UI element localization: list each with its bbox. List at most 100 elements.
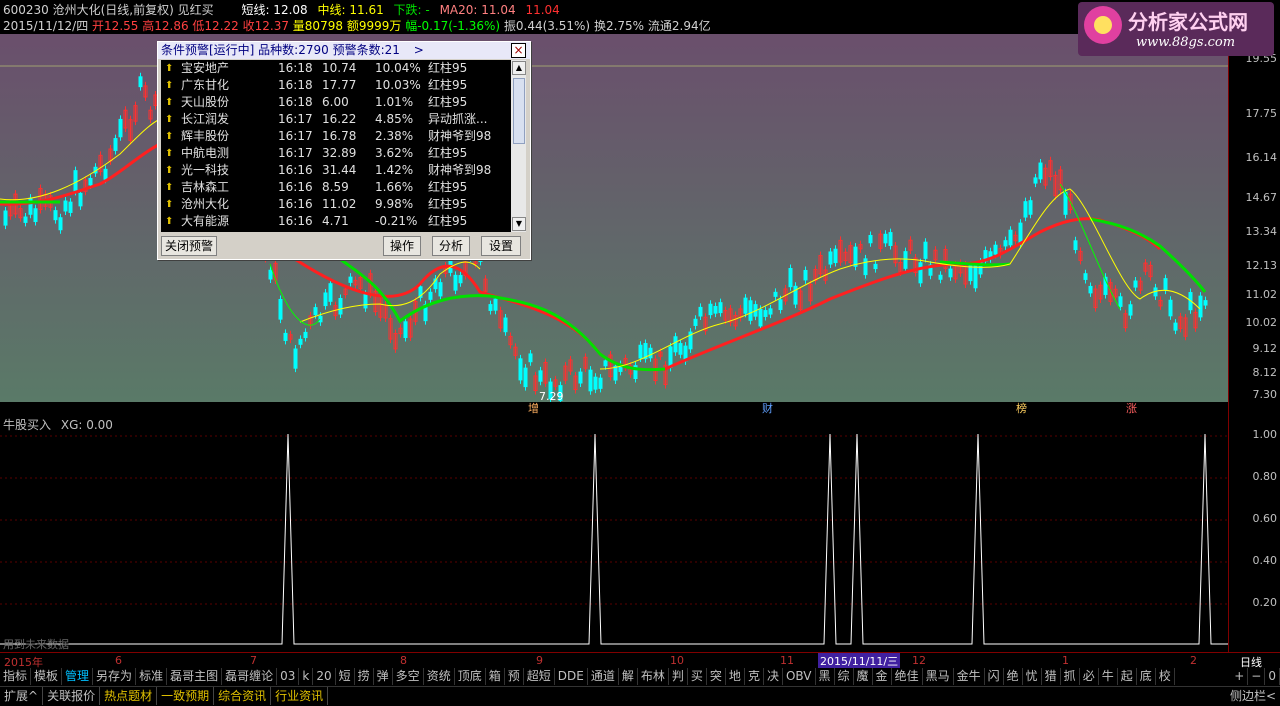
alert-row[interactable]: ⬆ 广东甘化 16:18 17.77 10.03% 红柱95: [161, 77, 511, 94]
alert-nav-button[interactable]: >: [414, 43, 424, 57]
candle-body: [863, 258, 868, 276]
zoom-reset-button[interactable]: 0: [1265, 668, 1280, 685]
indicator-tab[interactable]: 弹: [374, 668, 393, 685]
indicator-tab[interactable]: 综: [835, 668, 854, 685]
scroll-thumb[interactable]: [513, 78, 525, 144]
candle-body: [758, 308, 763, 327]
indicator-tab[interactable]: 预: [505, 668, 524, 685]
indicator-tab[interactable]: 解: [619, 668, 638, 685]
alert-row[interactable]: ⬆ 中航电测 16:17 32.89 3.62% 红柱95: [161, 145, 511, 162]
alert-list[interactable]: ⬆ 宝安地产 16:18 10.74 10.04% 红柱95 ⬆ 广东甘化 16:18 17.77…: [161, 60, 511, 232]
event-marker-cai[interactable]: 财: [762, 401, 773, 414]
indicator-tab[interactable]: 克: [745, 668, 764, 685]
alert-row[interactable]: ⬆ 大有能源 16:16 4.71 -0.21% 红柱95: [161, 213, 511, 230]
candle-body: [328, 283, 333, 302]
candle-body: [488, 304, 493, 311]
alert-time: 16:17: [278, 129, 313, 143]
consensus-tab[interactable]: 一致预期: [157, 687, 215, 705]
related-quote-tab[interactable]: 关联报价: [43, 687, 101, 705]
indicator-tab[interactable]: 另存为: [93, 668, 137, 685]
indicator-tab[interactable]: 校: [1156, 668, 1175, 685]
scroll-down-icon[interactable]: ▼: [512, 217, 526, 231]
alert-condition: 财神爷到98: [428, 163, 492, 177]
indicator-tab[interactable]: 绝: [1004, 668, 1023, 685]
indicator-tab[interactable]: 黑马: [923, 668, 954, 685]
indicator-tab[interactable]: 顶底: [455, 668, 486, 685]
alert-row[interactable]: ⬆ 宝安地产 16:18 10.74 10.04% 红柱95: [161, 60, 511, 77]
indicator-tab[interactable]: 突: [707, 668, 726, 685]
indicator-tab[interactable]: 通道: [588, 668, 619, 685]
indicator-tab[interactable]: DDE: [555, 668, 588, 685]
alert-condition: 红柱95: [428, 197, 468, 211]
indicator-tab[interactable]: 牛: [1099, 668, 1118, 685]
indicator-tab[interactable]: 管理: [62, 668, 94, 685]
analyze-button[interactable]: 分析: [432, 236, 470, 256]
indicator-tick: 0.60: [1252, 512, 1278, 525]
indicator-tab[interactable]: 必: [1080, 668, 1099, 685]
indicator-tab[interactable]: 金: [873, 668, 892, 685]
indicator-tab[interactable]: 判: [669, 668, 688, 685]
close-alert-button[interactable]: 关闭预警: [161, 236, 217, 256]
alert-row[interactable]: ⬆ 光一科技 16:16 31.44 1.42% 财神爷到98: [161, 162, 511, 179]
indicator-tab[interactable]: 抓: [1061, 668, 1080, 685]
indicator-tab[interactable]: 闪: [985, 668, 1004, 685]
alert-scrollbar[interactable]: ▲ ▼: [511, 60, 526, 232]
indicator-tab[interactable]: 猎: [1042, 668, 1061, 685]
indicator-chart[interactable]: [0, 414, 1228, 652]
alert-row[interactable]: ⬆ 沧州大化 16:16 11.02 9.98% 红柱95: [161, 196, 511, 213]
indicator-tab[interactable]: 买: [688, 668, 707, 685]
indicator-tab[interactable]: 绝佳: [892, 668, 923, 685]
alert-row[interactable]: ⬆ 辉丰股份 16:17 16.78 2.38% 财神爷到98: [161, 128, 511, 145]
candle-body: [313, 307, 318, 316]
indicator-tab[interactable]: 布林: [638, 668, 669, 685]
operate-button[interactable]: 操作: [383, 236, 421, 256]
indicator-tab[interactable]: 磊哥缠论: [222, 668, 278, 685]
event-marker-bang[interactable]: 榜: [1016, 401, 1027, 414]
selected-date[interactable]: 2015/11/11/三: [818, 653, 901, 669]
indicator-tab[interactable]: 黑: [816, 668, 835, 685]
indicator-tab[interactable]: 磊哥主图: [167, 668, 223, 685]
scroll-up-icon[interactable]: ▲: [512, 61, 526, 75]
expand-tab[interactable]: 扩展^: [0, 687, 44, 705]
indicator-tab[interactable]: 20: [313, 668, 336, 685]
indicator-tab[interactable]: 超短: [524, 668, 555, 685]
industry-news-tab[interactable]: 行业资讯: [271, 687, 329, 705]
indicator-tab[interactable]: 魔: [854, 668, 873, 685]
general-news-tab[interactable]: 综合资讯: [214, 687, 272, 705]
candle-body: [598, 377, 603, 389]
candle-body: [793, 285, 798, 305]
indicator-tab[interactable]: OBV: [783, 668, 816, 685]
indicator-tab[interactable]: k: [299, 668, 314, 685]
alert-condition: 红柱95: [428, 146, 468, 160]
alert-titlebar[interactable]: 条件预警[运行中] 品种数:2790 预警条数:21 > ×: [158, 42, 530, 59]
indicator-tab[interactable]: 箱: [486, 668, 505, 685]
indicator-tab[interactable]: 多空: [393, 668, 424, 685]
indicator-tab[interactable]: 地: [726, 668, 745, 685]
zoom-in-button[interactable]: +: [1231, 668, 1249, 685]
settings-button[interactable]: 设置: [481, 236, 521, 256]
alert-row[interactable]: ⬆ 天山股份 16:18 6.00 1.01% 红柱95: [161, 94, 511, 111]
indicator-tab[interactable]: 起: [1118, 668, 1137, 685]
alert-row[interactable]: ⬆ 吉林森工 16:16 8.59 1.66% 红柱95: [161, 179, 511, 196]
hot-topic-tab[interactable]: 热点题材: [100, 687, 158, 705]
indicator-tab[interactable]: 决: [764, 668, 783, 685]
indicator-tab[interactable]: 捞: [355, 668, 374, 685]
indicator-tab[interactable]: 金牛: [954, 668, 985, 685]
alert-row[interactable]: ⬆ 长江润发 16:17 16.22 4.85% 异动抓涨...: [161, 111, 511, 128]
indicator-tab[interactable]: 底: [1137, 668, 1156, 685]
indicator-tab[interactable]: 资统: [424, 668, 455, 685]
candle-body: [708, 303, 713, 316]
indicator-tab[interactable]: 指标: [0, 668, 32, 685]
sidebar-toggle[interactable]: 侧边栏<: [1226, 687, 1280, 705]
indicator-tab[interactable]: 忧: [1023, 668, 1042, 685]
zoom-out-button[interactable]: −: [1248, 668, 1266, 685]
event-marker-zhang[interactable]: 涨: [1126, 402, 1137, 414]
indicator-tab[interactable]: 03: [277, 668, 300, 685]
indicator-tab[interactable]: 标准: [136, 668, 168, 685]
alert-up-icon: ⬆: [165, 114, 174, 125]
indicator-tab[interactable]: 短: [336, 668, 355, 685]
event-marker-zeng[interactable]: 增: [528, 401, 539, 414]
indicator-tab[interactable]: 模板: [31, 668, 63, 685]
close-icon[interactable]: ×: [511, 43, 526, 58]
indicator-axis: 1.00 0.80 0.60 0.40 0.20: [1228, 414, 1280, 652]
